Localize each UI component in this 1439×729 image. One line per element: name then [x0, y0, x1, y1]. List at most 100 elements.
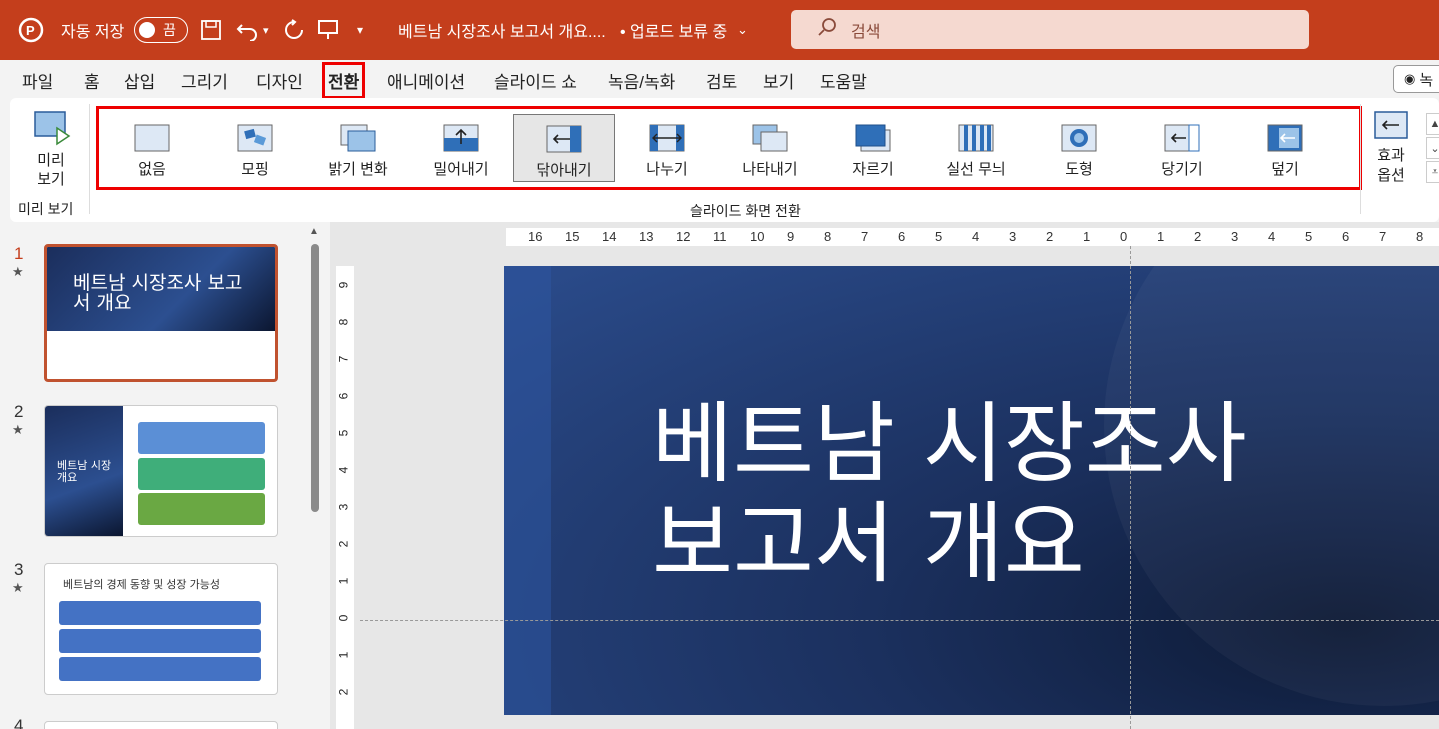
thumbnail-scrollbar[interactable]: ▲ [309, 222, 321, 729]
horizontal-guide[interactable] [360, 620, 1439, 621]
search-box[interactable]: 검색 [791, 10, 1309, 49]
customize-toolbar-icon[interactable]: ▾ [357, 0, 363, 60]
transition-label: 나타내기 [742, 161, 798, 178]
ruler-tick-label: 2 [336, 540, 351, 548]
transition-random-bars[interactable]: 실선 무늬 [925, 114, 1027, 182]
ruler-tick-label: 1 [336, 651, 351, 659]
tab-insert[interactable]: 삽입 [124, 68, 155, 93]
ruler-tick-label: 6 [1342, 229, 1350, 244]
search-placeholder: 검색 [851, 23, 881, 41]
ruler-tick-label: 3 [1009, 229, 1017, 244]
slide-title-line1: 베트남 시장조사 [652, 392, 1247, 495]
tab-help[interactable]: 도움말 [820, 68, 867, 93]
transition-morph[interactable]: 모핑 [204, 114, 306, 182]
transition-cut[interactable]: 자르기 [822, 114, 924, 182]
thumbnail-title: 베트남 시장조사 보고서 개요 [73, 272, 243, 314]
preview-button[interactable]: 미리 보기 [28, 110, 74, 189]
reveal-icon [752, 124, 788, 152]
transition-reveal[interactable]: 나타내기 [719, 114, 821, 182]
slide-accent-band [504, 266, 551, 715]
ribbon: 미리 보기 미리 보기 없음 모핑 밝기 변화 밀어내기 닦아내기 나누기 나타… [10, 98, 1439, 222]
ruler-tick-label: 10 [750, 229, 765, 244]
vertical-ruler: 9 8 7 6 5 4 3 2 1 0 1 2 [336, 266, 354, 729]
ruler-tick-label: 7 [1379, 229, 1387, 244]
undo-icon[interactable] [236, 0, 260, 60]
tab-review[interactable]: 검토 [706, 68, 737, 93]
transition-label: 밀어내기 [433, 161, 489, 178]
transition-label: 없음 [138, 161, 166, 178]
ruler-tick-label: 4 [972, 229, 980, 244]
tab-home[interactable]: 홈 [84, 68, 100, 93]
slide-number: 1 [14, 244, 24, 263]
record-button[interactable]: ◉ 녹 [1393, 65, 1439, 93]
thumbnail-title: 베트남의 경제 동향 및 성장 가능성 [63, 579, 220, 591]
horizontal-ruler: 16 15 14 13 12 11 10 9 8 7 6 5 4 3 2 1 0 1 2 3 4 5 6 7 8 [506, 228, 1439, 246]
upload-status[interactable]: • 업로드 보류 중 [620, 0, 727, 60]
ruler-tick-label: 14 [602, 229, 617, 244]
transition-wipe[interactable]: 닦아내기 [513, 114, 615, 182]
gallery-scroll-up-icon[interactable]: ▲ [1426, 113, 1439, 135]
transition-label: 도형 [1065, 161, 1093, 178]
slide-thumbnail-4[interactable] [44, 721, 278, 729]
star-icon: ★ [12, 580, 24, 595]
transition-fade[interactable]: 밝기 변화 [307, 114, 409, 182]
preview-icon [34, 111, 71, 146]
undo-dropdown-icon[interactable]: ▾ [263, 0, 269, 60]
vertical-guide[interactable] [1130, 246, 1131, 729]
document-title: 베트남 시장조사 보고서 개요.... [398, 24, 606, 41]
transition-uncover[interactable]: 당기기 [1131, 114, 1233, 182]
powerpoint-logo-icon: P [18, 0, 44, 60]
slide-title[interactable]: 베트남 시장조사 보고서 개요 [652, 394, 1247, 594]
transition-cover[interactable]: 덮기 [1234, 114, 1336, 182]
tab-record[interactable]: 녹음/녹화 [608, 68, 675, 93]
redo-icon[interactable] [283, 0, 305, 60]
ruler-tick-label: 7 [861, 229, 869, 244]
slide-thumbnail-2[interactable]: 베트남 시장 개요 [44, 405, 278, 537]
gallery-more-icon[interactable]: ⩡ [1426, 161, 1439, 183]
ruler-tick-label: 3 [1231, 229, 1239, 244]
chevron-down-icon[interactable]: ⌄ [737, 0, 748, 60]
tab-transitions[interactable]: 전환 [321, 62, 366, 99]
slide-thumbnail-1[interactable]: 베트남 시장조사 보고서 개요 [44, 244, 278, 382]
tab-draw[interactable]: 그리기 [181, 68, 228, 93]
scrollbar-thumb[interactable] [311, 244, 319, 512]
transition-shape[interactable]: 도형 [1028, 114, 1130, 182]
effect-options-button[interactable]: 효과 옵션 [1366, 110, 1416, 186]
fade-icon [340, 124, 376, 152]
transition-split[interactable]: 나누기 [616, 114, 718, 182]
gallery-scroll-down-icon[interactable]: ⌄ [1426, 137, 1439, 159]
ruler-tick-label: 8 [336, 318, 351, 326]
autosave-toggle[interactable]: 끔 [134, 17, 188, 43]
ruler-tick-label: 16 [528, 229, 543, 244]
current-slide[interactable]: 베트남 시장조사 보고서 개요 [504, 266, 1439, 715]
transition-label: 나누기 [646, 161, 688, 178]
push-icon [443, 124, 479, 152]
ruler-tick-label: 0 [1120, 229, 1128, 244]
ruler-tick-label: 6 [336, 392, 351, 400]
transition-push[interactable]: 밀어내기 [410, 114, 512, 182]
scroll-up-icon[interactable]: ▲ [309, 226, 319, 237]
tab-animations[interactable]: 애니메이션 [387, 68, 465, 93]
present-icon[interactable] [317, 0, 339, 60]
search-icon [817, 17, 837, 42]
tab-slideshow[interactable]: 슬라이드 쇼 [494, 68, 577, 93]
preview-label: 미리 보기 [37, 152, 65, 188]
ruler-tick-label: 8 [1416, 229, 1424, 244]
slide-thumbnail-3[interactable]: 베트남의 경제 동향 및 성장 가능성 [44, 563, 278, 695]
transition-label: 닦아내기 [536, 162, 592, 179]
ruler-tick-label: 1 [1157, 229, 1165, 244]
autosave-label: 자동 저장 [61, 24, 125, 41]
wipe-icon [546, 125, 582, 153]
star-icon: ★ [12, 264, 24, 279]
ruler-tick-label: 5 [1305, 229, 1313, 244]
tab-design[interactable]: 디자인 [256, 68, 303, 93]
ruler-tick-label: 7 [336, 355, 351, 363]
save-icon[interactable] [200, 0, 222, 60]
transition-none[interactable]: 없음 [101, 114, 203, 182]
ruler-tick-label: 6 [898, 229, 906, 244]
tab-file[interactable]: 파일 [22, 68, 53, 93]
slide-thumbnail-pane: 1 ★ 베트남 시장조사 보고서 개요 2 ★ 베트남 시장 개요 3 ★ 베트… [0, 222, 325, 729]
slide-title-line2: 보고서 개요 [652, 492, 1085, 595]
cover-icon [1267, 124, 1303, 152]
tab-view[interactable]: 보기 [763, 68, 794, 93]
